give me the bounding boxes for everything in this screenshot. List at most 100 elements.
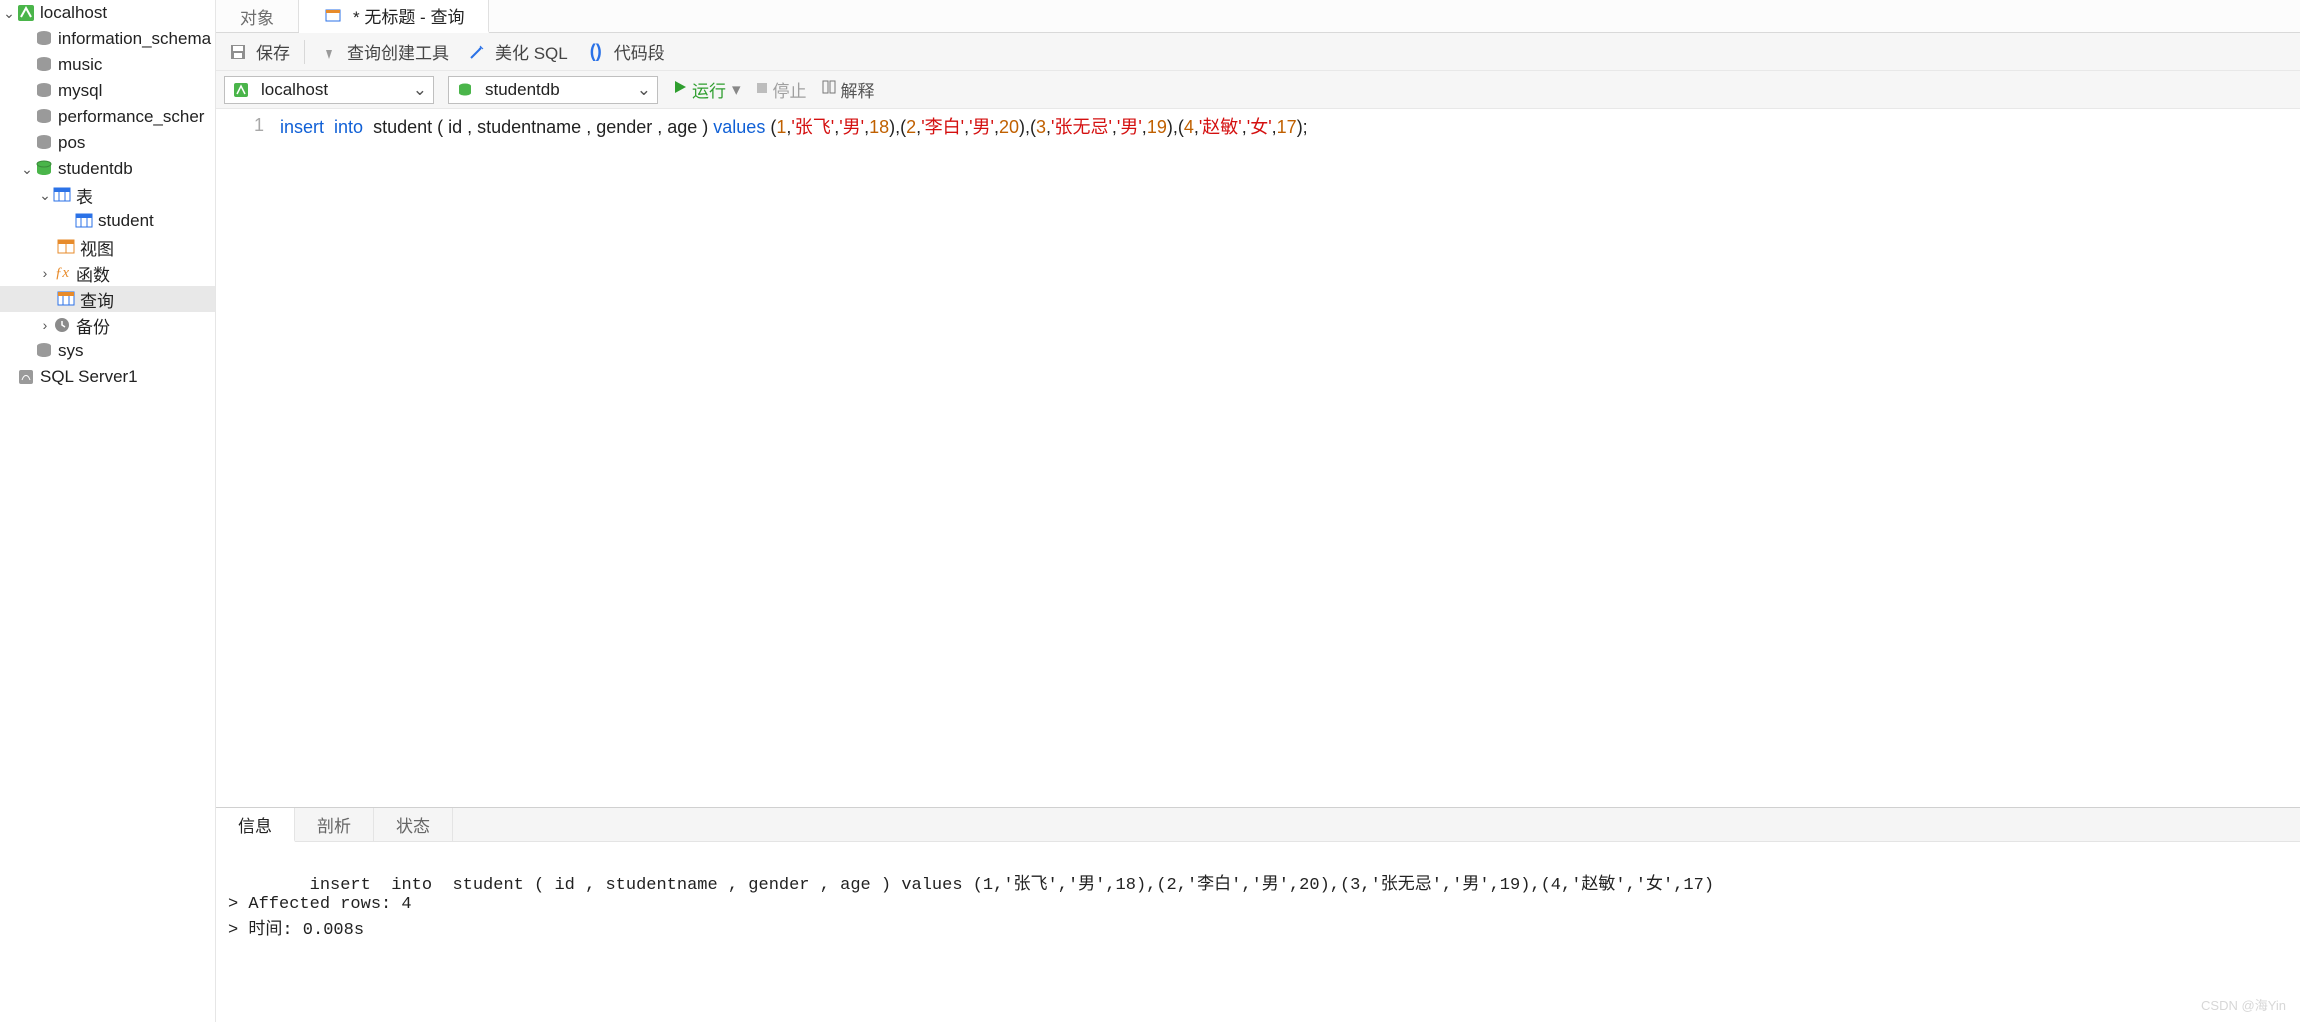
combo-value: localhost xyxy=(261,80,328,100)
query-icon xyxy=(323,6,343,26)
chevron-right-icon: › xyxy=(38,317,52,333)
button-label: 保存 xyxy=(256,39,290,64)
line-gutter: 1 xyxy=(216,109,276,807)
line-number: 1 xyxy=(216,115,264,136)
tab-status[interactable]: 状态 xyxy=(374,808,453,841)
main-area: 对象 * 无标题 - 查询 保存 查询创建工具 xyxy=(216,0,2300,1022)
tab-query[interactable]: * 无标题 - 查询 xyxy=(299,0,489,33)
button-label: 停止 xyxy=(773,77,807,102)
parentheses-icon: () xyxy=(586,42,606,62)
folder-label: 表 xyxy=(76,183,93,208)
db-label: sys xyxy=(58,341,84,361)
snippet-button[interactable]: () 代码段 xyxy=(582,37,669,66)
chevron-down-icon: ⌄ xyxy=(2,5,16,22)
db-node[interactable]: music xyxy=(0,52,215,78)
db-label: studentdb xyxy=(58,159,133,179)
database-icon xyxy=(34,341,54,361)
folder-label: 函数 xyxy=(76,261,110,286)
explain-button[interactable]: 解释 xyxy=(821,77,875,102)
folder-label: 查询 xyxy=(80,287,114,312)
database-dropdown[interactable]: studentdb ⌄ xyxy=(448,76,658,104)
queries-folder[interactable]: 查询 xyxy=(0,286,215,312)
chevron-down-icon: ⌄ xyxy=(637,80,651,100)
db-label: performance_scher xyxy=(58,107,204,127)
button-label: 运行 xyxy=(692,77,726,102)
code-area[interactable]: insert into student ( id , studentname ,… xyxy=(276,109,2300,807)
db-node[interactable]: sys xyxy=(0,338,215,364)
tool-icon xyxy=(319,42,339,62)
connection-label: SQL Server1 xyxy=(40,367,138,387)
mysql-connection-icon xyxy=(16,3,36,23)
chevron-down-icon: ⌄ xyxy=(38,187,52,204)
output-panel: 信息 剖析 状态 insert into student ( id , stud… xyxy=(216,807,2300,1022)
run-button[interactable]: 运行 ▾ xyxy=(672,77,741,102)
backups-folder[interactable]: › 备份 xyxy=(0,312,215,338)
connection-row: localhost ⌄ studentdb ⌄ 运行 ▾ xyxy=(216,71,2300,109)
db-label: information_schema xyxy=(58,29,211,49)
mysql-connection-icon xyxy=(231,80,251,100)
stop-icon xyxy=(755,80,769,100)
database-icon xyxy=(455,80,475,100)
folder-label: 备份 xyxy=(76,313,110,338)
tables-folder[interactable]: ⌄ 表 xyxy=(0,182,215,208)
beautify-button[interactable]: 美化 SQL xyxy=(463,37,572,66)
connection-label: localhost xyxy=(40,3,107,23)
functions-folder[interactable]: › ƒx 函数 xyxy=(0,260,215,286)
combo-value: studentdb xyxy=(485,80,560,100)
other-connection[interactable]: SQL Server1 xyxy=(0,364,215,390)
database-icon xyxy=(34,29,54,49)
stop-button: 停止 xyxy=(755,77,807,102)
database-icon xyxy=(34,107,54,127)
save-icon xyxy=(228,42,248,62)
button-label: 查询创建工具 xyxy=(347,39,449,64)
wand-icon xyxy=(467,42,487,62)
save-button[interactable]: 保存 xyxy=(224,37,294,66)
database-icon xyxy=(34,133,54,153)
tab-label: 对象 xyxy=(240,4,274,29)
backup-icon xyxy=(52,315,72,335)
views-folder[interactable]: 视图 xyxy=(0,234,215,260)
db-node[interactable]: pos xyxy=(0,130,215,156)
sidebar: ⌄ localhost information_schemamusic mysql… xyxy=(0,0,216,1022)
dropdown-icon[interactable]: ▾ xyxy=(732,80,741,100)
connection-node[interactable]: ⌄ localhost xyxy=(0,0,215,26)
button-label: 美化 SQL xyxy=(495,39,568,64)
database-icon xyxy=(34,55,54,75)
view-icon xyxy=(56,237,76,257)
chevron-down-icon: ⌄ xyxy=(413,80,427,100)
table-icon xyxy=(74,211,94,231)
editor-toolbar: 保存 查询创建工具 美化 SQL () 代码段 xyxy=(216,33,2300,71)
db-node[interactable]: mysql xyxy=(0,78,215,104)
tab-object[interactable]: 对象 xyxy=(216,0,299,32)
function-icon: ƒx xyxy=(52,263,72,283)
output-tabs: 信息 剖析 状态 xyxy=(216,808,2300,842)
db-label: mysql xyxy=(58,81,102,101)
db-node-current[interactable]: ⌄ studentdb xyxy=(0,156,215,182)
table-item[interactable]: student xyxy=(0,208,215,234)
play-icon xyxy=(672,79,688,100)
sql-editor[interactable]: 1 insert into student ( id , studentname… xyxy=(216,109,2300,807)
table-icon xyxy=(52,185,72,205)
database-icon xyxy=(34,81,54,101)
db-node[interactable]: performance_scher xyxy=(0,104,215,130)
db-label: pos xyxy=(58,133,85,153)
tab-profile[interactable]: 剖析 xyxy=(295,808,374,841)
connection-dropdown[interactable]: localhost ⌄ xyxy=(224,76,434,104)
database-icon xyxy=(34,159,54,179)
tab-label: * 无标题 - 查询 xyxy=(353,3,464,28)
document-tabs: 对象 * 无标题 - 查询 xyxy=(216,0,2300,33)
table-label: student xyxy=(98,211,154,231)
message-area[interactable]: insert into student ( id , studentname ,… xyxy=(216,842,2300,1022)
button-label: 代码段 xyxy=(614,39,665,64)
folder-label: 视图 xyxy=(80,235,114,260)
db-node[interactable]: information_schema xyxy=(0,26,215,52)
watermark: CSDN @海Yin xyxy=(2201,995,2286,1014)
query-icon xyxy=(56,289,76,309)
sqlserver-icon xyxy=(16,367,36,387)
query-builder-button[interactable]: 查询创建工具 xyxy=(315,37,453,66)
db-label: music xyxy=(58,55,102,75)
tab-info[interactable]: 信息 xyxy=(216,808,295,842)
chevron-right-icon: › xyxy=(38,265,52,281)
explain-icon xyxy=(821,79,837,100)
button-label: 解释 xyxy=(841,77,875,102)
